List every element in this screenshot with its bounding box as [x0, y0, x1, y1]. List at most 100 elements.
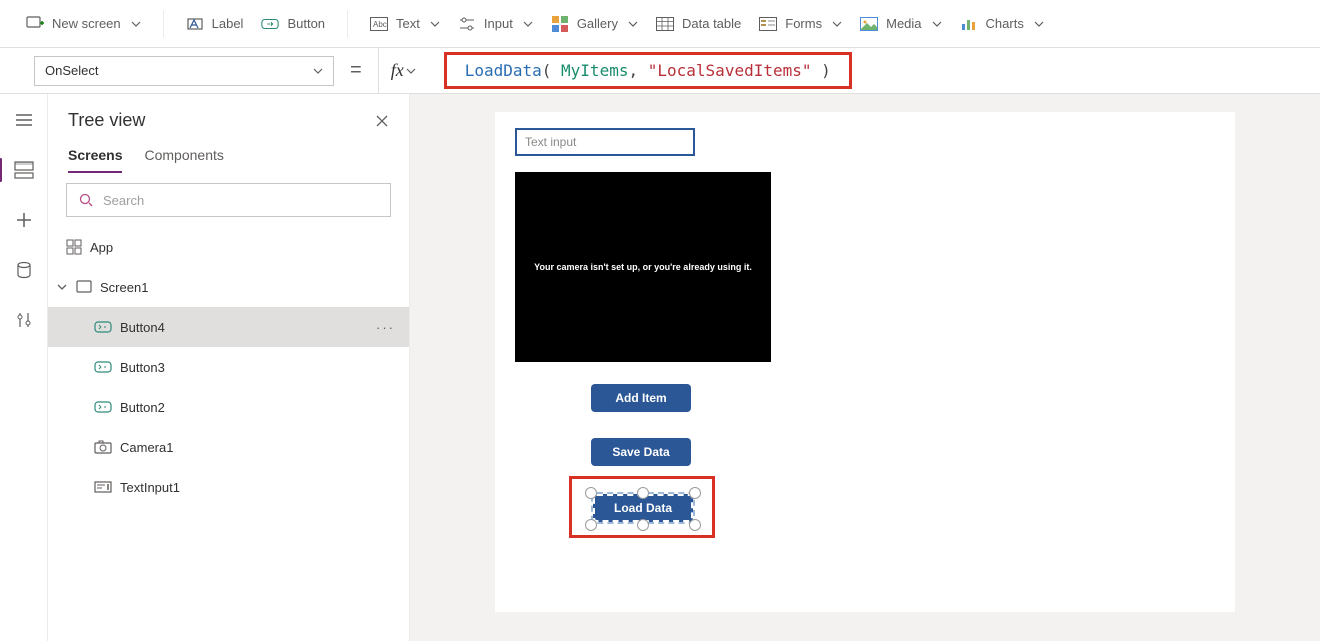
- tab-screens[interactable]: Screens: [68, 147, 122, 173]
- chevron-down-icon: [932, 19, 942, 29]
- insert-datatable-button[interactable]: Data table: [650, 7, 747, 41]
- media-label: Media: [886, 16, 921, 31]
- formula-arg2: "LocalSavedItems": [648, 61, 812, 80]
- gallery-label: Gallery: [577, 16, 618, 31]
- insert-text-button[interactable]: Abc Text: [364, 7, 446, 41]
- chevron-down-icon: [1034, 19, 1044, 29]
- tree-item-button2[interactable]: Button2: [48, 387, 409, 427]
- textinput-placeholder: Text input: [525, 135, 576, 149]
- datatable-label: Data table: [682, 16, 741, 31]
- resize-handle[interactable]: [689, 519, 701, 531]
- formula-rparen: ): [821, 61, 831, 80]
- resize-handle[interactable]: [637, 487, 649, 499]
- canvas-add-item-button[interactable]: Add Item: [591, 384, 691, 412]
- camera-icon: [94, 440, 112, 454]
- insert-forms-button[interactable]: Forms: [753, 7, 848, 41]
- resize-handle[interactable]: [585, 487, 597, 499]
- button-label: Button: [287, 16, 325, 31]
- canvas-save-data-button[interactable]: Save Data: [591, 438, 691, 466]
- screen-plus-icon: [26, 15, 44, 33]
- resize-handle[interactable]: [637, 519, 649, 531]
- textinput-icon: [94, 481, 112, 493]
- tree-item-camera1[interactable]: Camera1: [48, 427, 409, 467]
- tree-search-input[interactable]: Search: [66, 183, 391, 217]
- text-label: Text: [396, 16, 420, 31]
- rail-advanced-tools[interactable]: [8, 304, 40, 336]
- formula-input[interactable]: LoadData( MyItems, "LocalSavedItems" ): [444, 52, 852, 89]
- button-icon: [94, 320, 112, 334]
- tree-screen1[interactable]: Screen1: [48, 267, 409, 307]
- button-icon: [94, 360, 112, 374]
- insert-button-button[interactable]: Button: [255, 7, 331, 41]
- tree-item-button3[interactable]: Button3: [48, 347, 409, 387]
- tab-components[interactable]: Components: [144, 147, 223, 173]
- svg-text:Abc: Abc: [373, 20, 387, 29]
- tree-item-textinput1[interactable]: TextInput1: [48, 467, 409, 507]
- add-item-label: Add Item: [615, 391, 666, 405]
- formula-lparen: (: [542, 61, 552, 80]
- tree-screen1-label: Screen1: [100, 280, 148, 295]
- tree-item-button4[interactable]: Button4 ···: [48, 307, 409, 347]
- insert-charts-button[interactable]: Charts: [954, 7, 1050, 41]
- chevron-down-icon: [430, 19, 440, 29]
- insert-label-button[interactable]: Label: [180, 7, 250, 41]
- rail-data[interactable]: [8, 254, 40, 286]
- fx-button[interactable]: fx: [378, 48, 416, 93]
- rail-hamburger[interactable]: [8, 104, 40, 136]
- search-placeholder: Search: [103, 193, 144, 208]
- tree-item-label: Button4: [120, 320, 165, 335]
- screen-icon: [76, 280, 92, 294]
- canvas-screen[interactable]: Text input Your camera isn't set up, or …: [495, 112, 1235, 612]
- chevron-down-icon: [56, 281, 68, 293]
- canvas-area: Text input Your camera isn't set up, or …: [410, 94, 1320, 641]
- formula-arg1: MyItems: [561, 61, 628, 80]
- tree-item-label: TextInput1: [120, 480, 180, 495]
- button-icon: [94, 400, 112, 414]
- formula-bar: OnSelect = fx LoadData( MyItems, "LocalS…: [0, 48, 1320, 94]
- text-icon: Abc: [370, 15, 388, 33]
- close-icon[interactable]: [375, 114, 389, 128]
- canvas-textinput1[interactable]: Text input: [515, 128, 695, 156]
- insert-media-button[interactable]: Media: [854, 7, 947, 41]
- tree-item-label: Button2: [120, 400, 165, 415]
- main-area: Tree view Screens Components Search App …: [0, 94, 1320, 641]
- load-data-label: Load Data: [614, 501, 672, 515]
- canvas-camera1[interactable]: Your camera isn't set up, or you're alre…: [515, 172, 771, 362]
- tree-app-label: App: [90, 240, 113, 255]
- input-controls-icon: [458, 15, 476, 33]
- formula-comma: ,: [628, 61, 638, 80]
- rail-tree-view[interactable]: [8, 154, 40, 186]
- fx-label: fx: [391, 60, 404, 81]
- input-label: Input: [484, 16, 513, 31]
- property-dropdown[interactable]: OnSelect: [34, 56, 334, 86]
- formula-fn: LoadData: [465, 61, 542, 80]
- insert-input-button[interactable]: Input: [452, 7, 539, 41]
- charts-label: Charts: [986, 16, 1024, 31]
- tree-app[interactable]: App: [48, 227, 409, 267]
- search-icon: [79, 193, 93, 207]
- ribbon-divider: [163, 10, 164, 38]
- tree-item-label: Button3: [120, 360, 165, 375]
- label-label: Label: [212, 16, 244, 31]
- forms-label: Forms: [785, 16, 822, 31]
- rail-insert[interactable]: [8, 204, 40, 236]
- resize-handle[interactable]: [585, 519, 597, 531]
- insert-gallery-button[interactable]: Gallery: [545, 7, 644, 41]
- gallery-icon: [551, 15, 569, 33]
- left-rail: [0, 94, 48, 641]
- save-data-label: Save Data: [612, 445, 669, 459]
- tree-view-title: Tree view: [68, 110, 145, 131]
- ribbon-divider: [347, 10, 348, 38]
- chart-icon: [960, 15, 978, 33]
- chevron-down-icon: [628, 19, 638, 29]
- app-icon: [66, 239, 82, 255]
- new-screen-button[interactable]: New screen: [20, 7, 147, 41]
- media-icon: [860, 15, 878, 33]
- ribbon-toolbar: New screen Label Button Abc Text Input: [0, 0, 1320, 48]
- form-icon: [759, 15, 777, 33]
- data-table-icon: [656, 15, 674, 33]
- new-screen-label: New screen: [52, 16, 121, 31]
- resize-handle[interactable]: [689, 487, 701, 499]
- chevron-down-icon: [313, 66, 323, 76]
- more-icon[interactable]: ···: [376, 320, 395, 335]
